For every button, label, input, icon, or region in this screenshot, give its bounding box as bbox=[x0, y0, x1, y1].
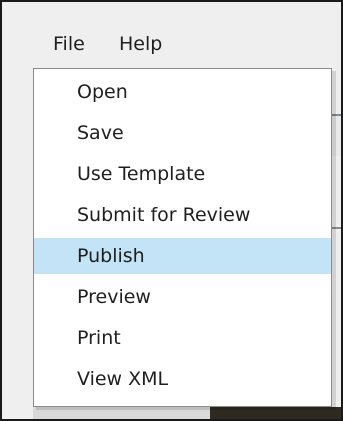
menu-file[interactable]: File bbox=[53, 32, 85, 56]
menu-item-use-template[interactable]: Use Template bbox=[34, 156, 331, 192]
application-window: File Help Open Save Use Template Submit … bbox=[0, 0, 343, 421]
menu-item-save[interactable]: Save bbox=[34, 115, 331, 151]
menu-item-open[interactable]: Open bbox=[34, 74, 331, 110]
background-panel-left bbox=[2, 88, 33, 419]
menu-item-print[interactable]: Print bbox=[34, 320, 331, 356]
menu-item-view-xml[interactable]: View XML bbox=[34, 361, 331, 397]
menu-item-submit-for-review[interactable]: Submit for Review bbox=[34, 197, 331, 233]
menu-item-publish[interactable]: Publish bbox=[34, 238, 331, 274]
menu-help[interactable]: Help bbox=[119, 32, 162, 56]
menu-item-preview[interactable]: Preview bbox=[34, 279, 331, 315]
file-menu-dropdown: Open Save Use Template Submit for Review… bbox=[33, 68, 332, 407]
